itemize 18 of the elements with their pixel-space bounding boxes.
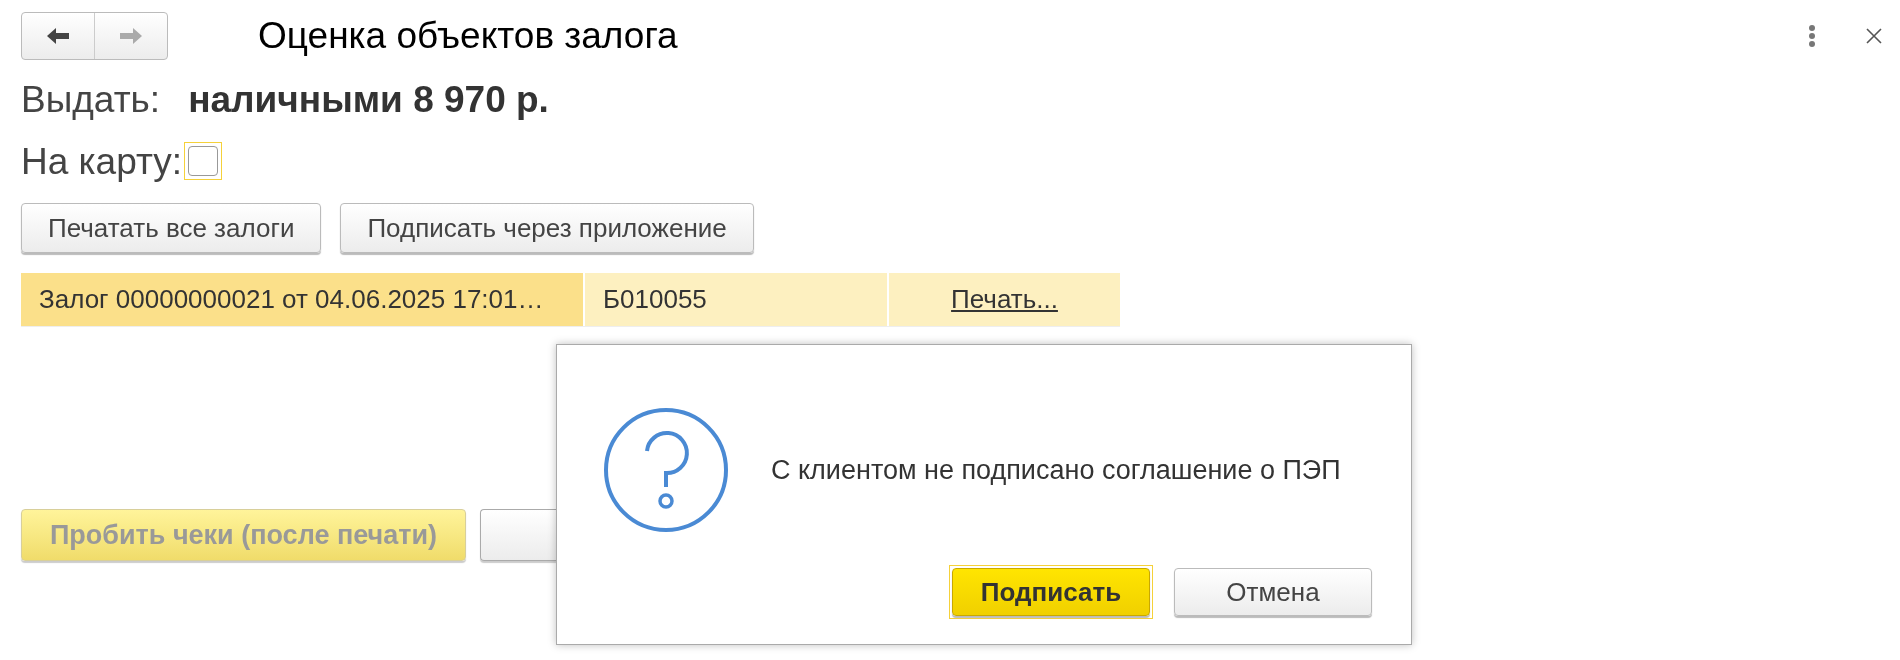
- issue-amount: наличными 8 970 р.: [188, 78, 549, 122]
- close-icon[interactable]: [1866, 28, 1882, 44]
- forward-arrow-icon: [118, 26, 144, 46]
- action-button[interactable]: Подписать через приложение: [340, 203, 754, 253]
- question-icon: [603, 407, 729, 533]
- sign-button[interactable]: Подписать: [952, 568, 1150, 616]
- table-cell: Б010055: [585, 273, 887, 326]
- issue-label: Выдать:: [21, 78, 161, 122]
- more-icon[interactable]: [1808, 24, 1816, 48]
- partly-hidden-button[interactable]: [480, 509, 556, 561]
- back-arrow-icon: [45, 26, 71, 46]
- dialog-message: С клиентом не подписано соглашение о ПЭП: [771, 453, 1341, 487]
- card-checkbox[interactable]: [184, 142, 223, 181]
- table-cell: Залог 00000000021 от 04.06.2025 17:01…: [21, 273, 583, 326]
- card-label: На карту:: [21, 139, 183, 184]
- window-title: Оценка объектов залога: [258, 14, 678, 59]
- action-button[interactable]: Печатать все залоги: [21, 203, 322, 253]
- cancel-button[interactable]: Отмена: [1174, 568, 1372, 616]
